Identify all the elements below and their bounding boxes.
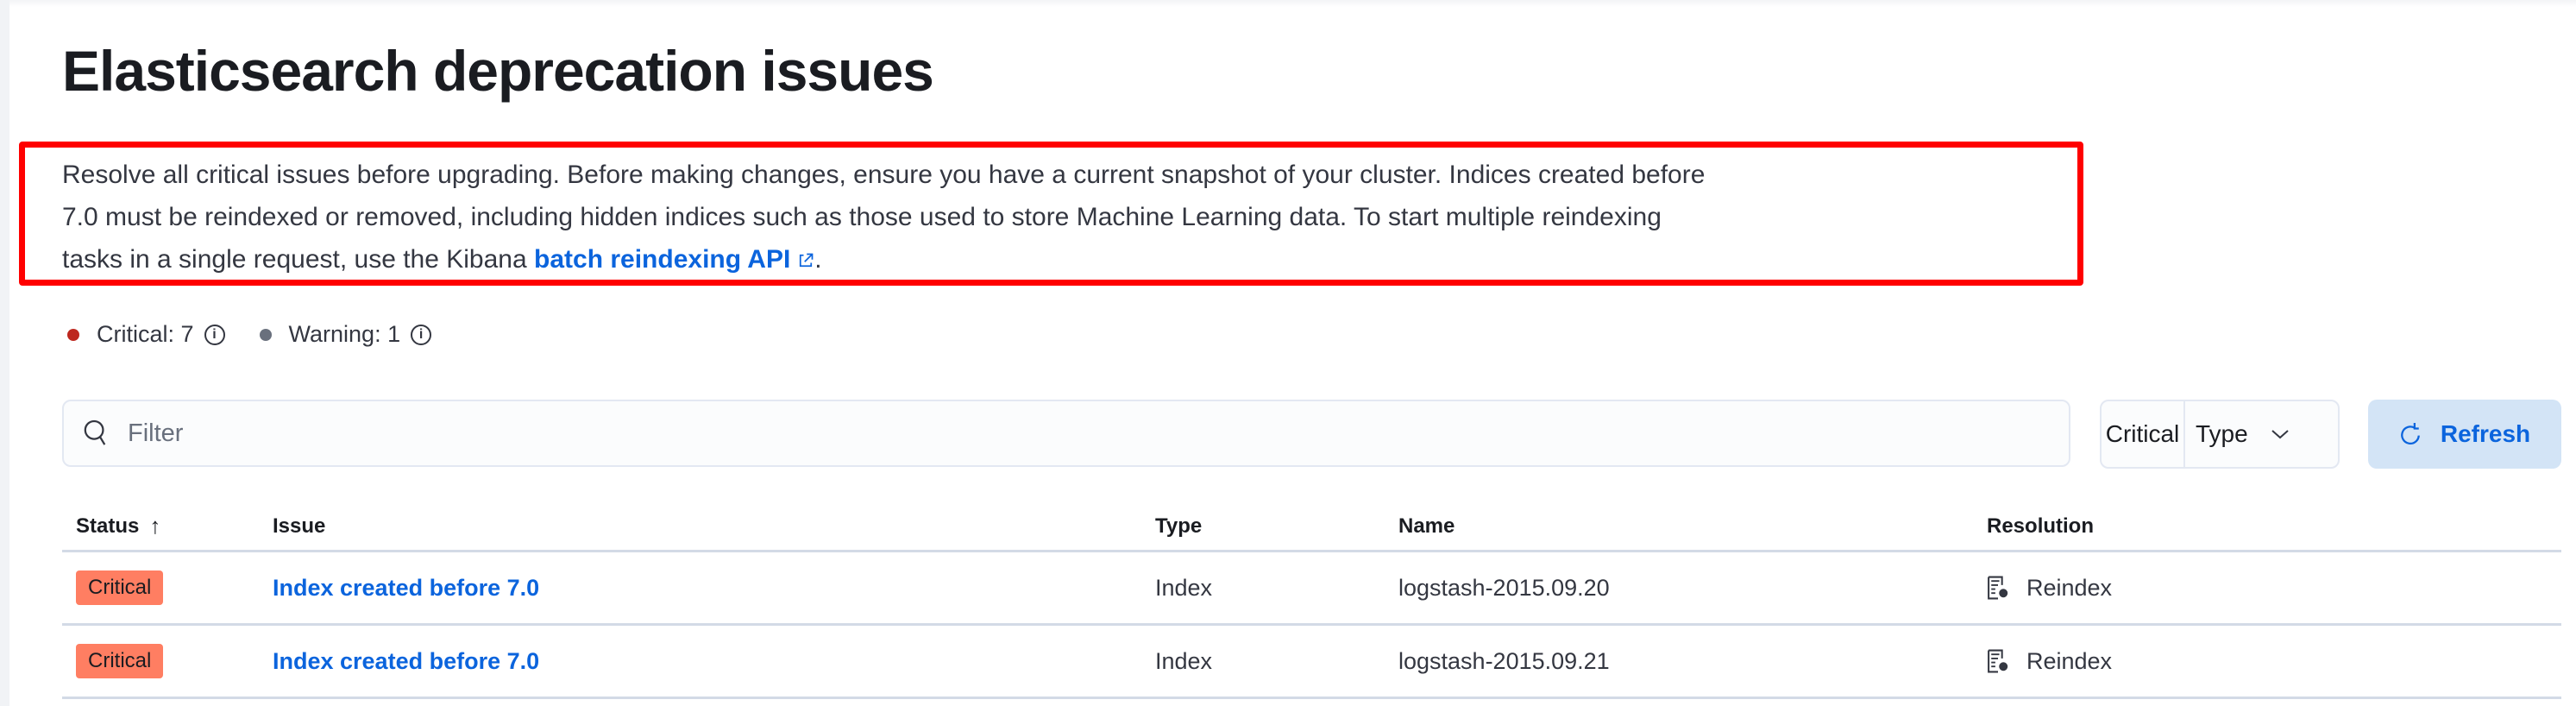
type-cell: Index xyxy=(1155,574,1213,601)
issue-link[interactable]: Index created before 7.0 xyxy=(273,552,539,623)
name-column-header[interactable]: Name xyxy=(1398,502,1454,550)
chevron-down-icon xyxy=(2271,430,2289,439)
resolution-cell[interactable]: Reindex xyxy=(1987,626,2112,697)
resolution-column-header: Resolution xyxy=(1987,514,2094,538)
page-title: Elasticsearch deprecation issues xyxy=(62,39,934,103)
refresh-label: Refresh xyxy=(2440,420,2531,447)
critical-count: Critical: 7 xyxy=(97,321,194,347)
type-filter-button[interactable]: Type xyxy=(2185,401,2290,467)
sort-ascending-icon: ↑ xyxy=(149,513,161,539)
status-column-header[interactable]: Status ↑ xyxy=(76,502,160,550)
external-link-icon xyxy=(800,253,814,268)
description-text: tasks in a single request, use the Kiban… xyxy=(62,245,535,274)
description-text: . xyxy=(814,245,822,274)
critical-filter-label: Critical xyxy=(2105,420,2180,447)
status-badge: Critical xyxy=(76,570,164,605)
name-cell: logstash-2015.09.20 xyxy=(1398,574,1610,601)
type-cell: Index xyxy=(1155,647,1213,674)
issue-column-header[interactable]: Issue xyxy=(273,502,325,550)
header-label: Status xyxy=(76,514,140,538)
top-shadow xyxy=(0,0,2576,7)
deprecation-table: Status ↑ Issue Type Name Resolution Criti… xyxy=(62,502,2561,699)
resolution-label: Reindex xyxy=(2026,574,2113,601)
reindex-icon xyxy=(1988,649,2008,673)
table-row: Critical Index created before 7.0 Index … xyxy=(62,552,2561,626)
warning-count: Warning: 1 xyxy=(288,321,401,347)
search-icon xyxy=(84,419,106,445)
warning-dot-icon xyxy=(259,328,272,341)
critical-filter-button[interactable]: Critical xyxy=(2102,401,2185,467)
table-header: Status ↑ Issue Type Name Resolution xyxy=(62,502,2561,552)
status-badge: Critical xyxy=(76,644,164,678)
resolution-cell[interactable]: Reindex xyxy=(1987,552,2112,623)
filter-input[interactable]: Filter xyxy=(62,400,2070,467)
issue-stats: Critical: 7 i Warning: 1 i xyxy=(67,321,466,348)
warning-stat: Warning: 1 i xyxy=(259,321,432,348)
filter-placeholder: Filter xyxy=(128,419,184,447)
name-cell: logstash-2015.09.21 xyxy=(1398,647,1610,674)
info-icon[interactable]: i xyxy=(204,324,225,345)
reindex-icon xyxy=(1988,576,2008,600)
description-line: tasks in a single request, use the Kiban… xyxy=(62,238,1705,281)
description-line: Resolve all critical issues before upgra… xyxy=(62,161,1706,189)
batch-reindexing-api-link[interactable]: batch reindexing API xyxy=(534,245,814,274)
link-text[interactable]: batch reindexing API xyxy=(534,245,790,274)
type-column-header[interactable]: Type xyxy=(1155,502,1202,550)
info-icon[interactable]: i xyxy=(411,324,432,345)
table-row: Critical Index created before 7.0 Index … xyxy=(62,626,2561,699)
page-description: Resolve all critical issues before upgra… xyxy=(62,154,1705,281)
refresh-button[interactable]: Refresh xyxy=(2368,400,2561,469)
description-line: 7.0 must be reindexed or removed, includ… xyxy=(62,203,1662,231)
type-filter-label: Type xyxy=(2196,420,2248,447)
refresh-icon xyxy=(2400,423,2420,445)
critical-dot-icon xyxy=(67,328,79,341)
resolution-label: Reindex xyxy=(2026,647,2113,674)
issue-link[interactable]: Index created before 7.0 xyxy=(273,626,539,697)
critical-stat: Critical: 7 i xyxy=(67,321,225,348)
filter-group: Critical Type xyxy=(2100,400,2340,469)
side-nav-edge xyxy=(0,0,9,706)
